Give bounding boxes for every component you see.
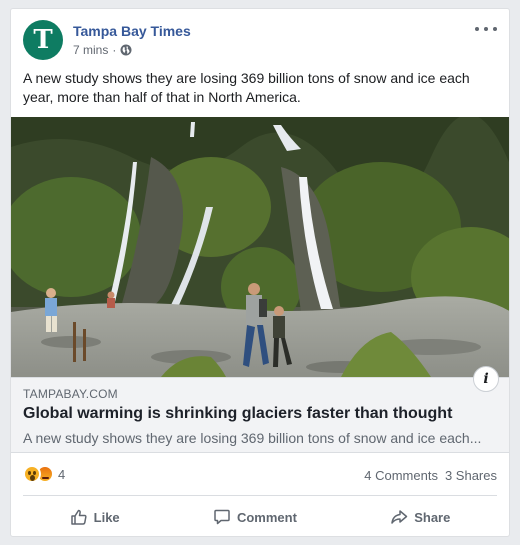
post-meta: 7 mins ·: [73, 43, 132, 57]
post-header: T Tampa Bay Times 7 mins ·: [23, 20, 497, 60]
link-description: A new study shows they are losing 369 bi…: [23, 430, 482, 446]
share-arrow-icon: [391, 510, 408, 524]
link-domain: TAMPABAY.COM: [23, 387, 118, 401]
page-avatar[interactable]: T: [23, 20, 63, 60]
info-icon[interactable]: i: [473, 366, 499, 392]
link-preview-image[interactable]: [11, 117, 509, 377]
comment-label: Comment: [236, 509, 297, 525]
engagement-stats: 4 Comments 3 Shares: [364, 468, 497, 483]
post-timestamp[interactable]: 7 mins: [73, 43, 108, 57]
like-button[interactable]: Like: [60, 502, 130, 532]
thumbs-up-icon: [70, 509, 87, 525]
comments-count-link[interactable]: 4 Comments: [364, 468, 438, 483]
page-name-link[interactable]: Tampa Bay Times: [73, 23, 191, 39]
link-headline[interactable]: Global warming is shrinking glaciers fas…: [23, 405, 452, 423]
share-label: Share: [414, 509, 451, 525]
link-preview-box[interactable]: i TAMPABAY.COM Global warming is shrinki…: [11, 366, 509, 453]
info-glyph: i: [483, 371, 489, 387]
like-label: Like: [93, 509, 120, 525]
globe-icon[interactable]: [120, 44, 132, 56]
reactions-summary[interactable]: 4: [23, 465, 65, 483]
comment-button[interactable]: Comment: [203, 502, 307, 532]
action-bar: Like Comment Share: [23, 501, 497, 533]
shares-count-link[interactable]: 3 Shares: [445, 468, 497, 483]
actions-divider: [23, 495, 497, 496]
share-button[interactable]: Share: [380, 502, 460, 532]
avatar-letter: T: [33, 25, 53, 55]
wow-reaction-icon: [23, 465, 41, 483]
meta-separator: ·: [112, 43, 117, 57]
more-options-icon[interactable]: [475, 22, 497, 36]
post-text: A new study shows they are losing 369 bi…: [23, 70, 470, 105]
post-card: T Tampa Bay Times 7 mins · A new study s…: [10, 8, 510, 537]
comment-bubble-icon: [214, 509, 230, 525]
reaction-count: 4: [58, 466, 66, 482]
